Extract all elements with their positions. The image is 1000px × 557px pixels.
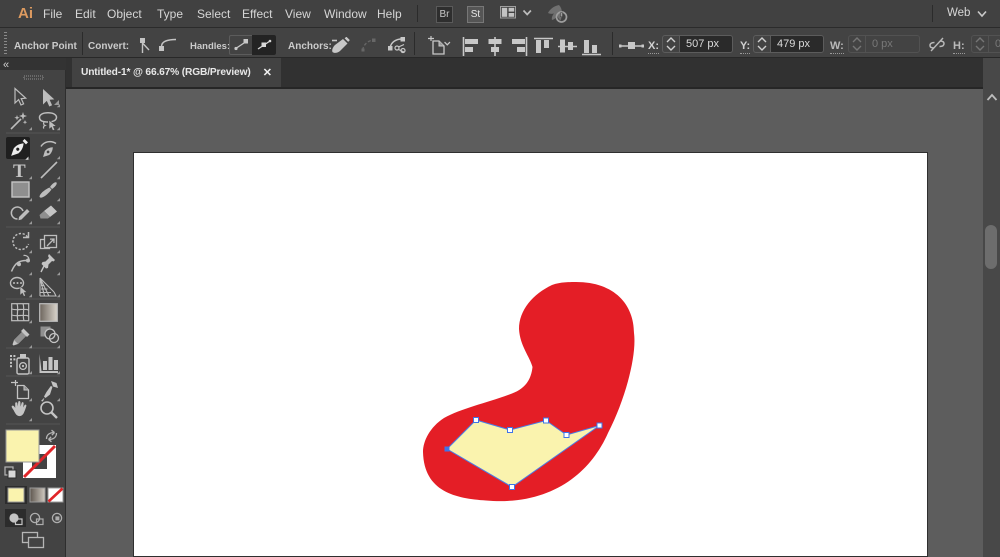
svg-text:«: «	[3, 59, 9, 71]
svg-text:T: T	[13, 161, 26, 182]
